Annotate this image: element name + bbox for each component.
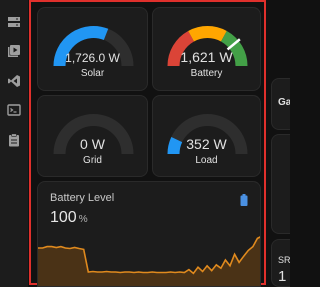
- right-card-middle[interactable]: [271, 134, 290, 234]
- battery-level-unit: %: [78, 214, 88, 225]
- battery-level-chart: [38, 236, 260, 286]
- storage-icon[interactable]: [7, 16, 21, 30]
- gauge-label: Grid: [83, 155, 102, 166]
- terminal-icon[interactable]: [7, 103, 21, 117]
- right-card-top-text: Ga: [278, 97, 290, 108]
- battery-level-title: Battery Level: [50, 192, 115, 204]
- gauge-segment-amber: [188, 26, 227, 42]
- gauge-card-solar[interactable]: 1,726.0 W Solar: [37, 7, 148, 91]
- media-icon[interactable]: [7, 44, 21, 58]
- right-card-bottom[interactable]: SR 1: [271, 239, 290, 287]
- clipboard-icon[interactable]: [7, 133, 21, 147]
- gauge-label: Battery: [190, 68, 223, 79]
- gauge-solar: [53, 26, 134, 67]
- right-card-top[interactable]: Ga: [271, 78, 290, 130]
- gauge-value: 0 W: [80, 136, 105, 152]
- battery-level-card[interactable]: Battery Level 100%: [37, 181, 261, 287]
- vscode-icon[interactable]: [7, 74, 21, 88]
- gauge-card-load[interactable]: 352 W Load: [152, 95, 261, 177]
- gauge-card-battery[interactable]: 1,621 W Battery: [152, 7, 261, 91]
- right-card-bottom-value: 1: [278, 268, 287, 285]
- right-card-bottom-label: SR: [278, 255, 290, 265]
- gauge-label: Solar: [80, 68, 105, 79]
- battery-level-number: 100: [50, 209, 77, 226]
- gauge-card-grid[interactable]: 0 W Grid: [37, 95, 148, 177]
- gauge-label: Load: [195, 155, 218, 166]
- battery-icon: [240, 194, 248, 206]
- sidebar: [0, 0, 28, 287]
- battery-level-value: 100%: [50, 209, 88, 227]
- gauge-value: 352 W: [186, 136, 227, 152]
- gauge-value: 1,726.0 W: [65, 51, 120, 65]
- gauge-value: 1,621 W: [180, 49, 233, 65]
